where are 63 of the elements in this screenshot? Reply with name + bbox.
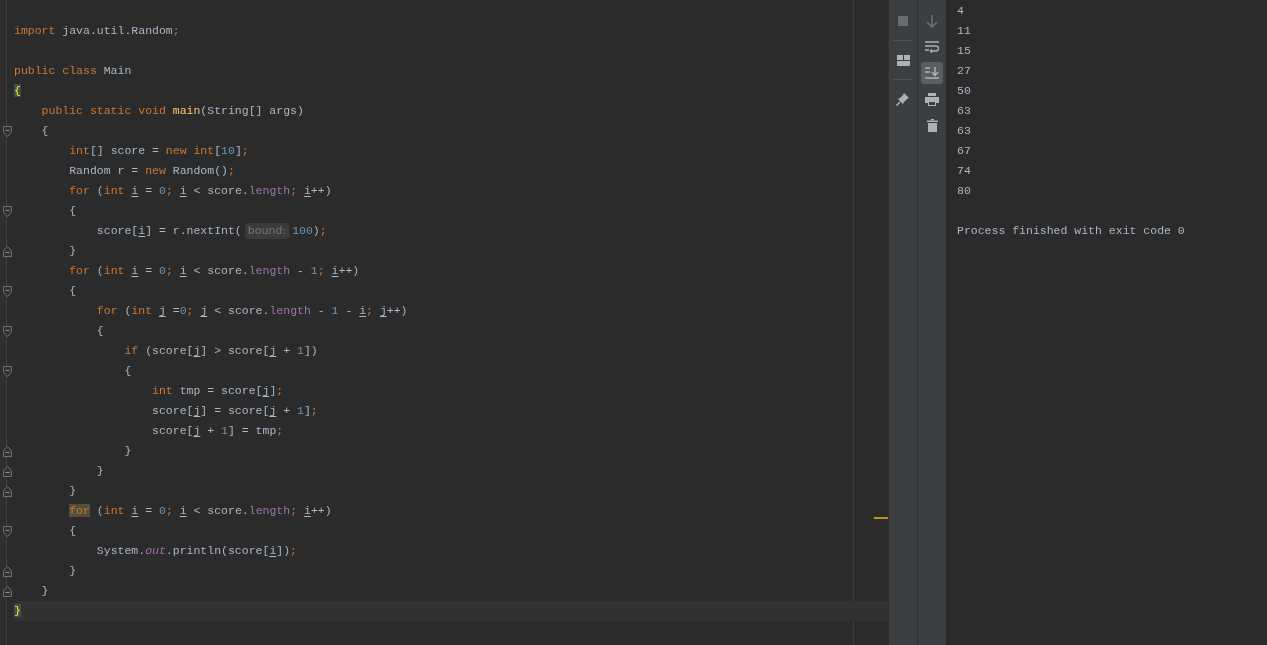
code-text: public static void main(String[] args) xyxy=(40,103,304,120)
code-text: { xyxy=(123,363,132,380)
console-line: 80 xyxy=(957,183,971,200)
code-text: } xyxy=(95,463,104,480)
code-text: int tmp = score[j]; xyxy=(151,383,284,400)
console-line: 50 xyxy=(957,83,971,100)
fold-icon[interactable] xyxy=(2,325,12,337)
toolbar-button[interactable] xyxy=(921,62,943,84)
console-line: 15 xyxy=(957,43,971,60)
code-text: { xyxy=(68,203,77,220)
code-text: 100); xyxy=(292,223,327,240)
fold-icon[interactable] xyxy=(2,245,12,257)
console-line: 27 xyxy=(957,63,971,80)
soft-wrap-icon xyxy=(925,41,939,53)
code-text: } xyxy=(68,483,77,500)
fold-icon[interactable] xyxy=(2,485,12,497)
fold-icon[interactable] xyxy=(2,285,12,297)
layout-icon xyxy=(896,54,910,66)
inlay-hint: bound: xyxy=(244,222,290,240)
code-text: { xyxy=(95,323,104,340)
fold-icon[interactable] xyxy=(2,565,12,577)
code-text: for (int i = 0; i < score.length; i++) xyxy=(68,503,332,520)
down-arrow-icon xyxy=(926,14,938,28)
code-text: { xyxy=(40,123,49,140)
console-line: 74 xyxy=(957,163,971,180)
code-text: } xyxy=(14,603,21,620)
fold-icon[interactable] xyxy=(2,525,12,537)
code-text: for (int j =0; j < score.length - 1 - i; j++) xyxy=(95,303,408,320)
console-line: 67 xyxy=(957,143,971,160)
pin-icon xyxy=(896,92,910,106)
fold-icon[interactable] xyxy=(2,365,12,377)
code-text: score[j + 1] = tmp; xyxy=(151,423,284,440)
console-line: 11 xyxy=(957,23,971,40)
trash-icon xyxy=(926,118,938,132)
code-text: } xyxy=(68,243,77,260)
code-text: score[i] = r.nextInt( xyxy=(95,223,242,240)
fold-icon[interactable] xyxy=(2,445,12,457)
code-text: int[] score = new int[10]; xyxy=(68,143,249,160)
process-status: Process finished with exit code 0 xyxy=(957,223,1185,240)
code-text: score[j] = score[j + 1]; xyxy=(151,403,318,420)
console-line: 4 xyxy=(957,3,964,20)
code-text: } xyxy=(123,443,132,460)
code-text: } xyxy=(40,583,49,600)
fold-icon[interactable] xyxy=(2,465,12,477)
fold-icon[interactable] xyxy=(2,125,12,137)
fold-icon[interactable] xyxy=(2,205,12,217)
code-text: System.out.println(score[i]); xyxy=(95,543,297,560)
code-text: for (int i = 0; i < score.length - 1; i++) xyxy=(68,263,360,280)
stop-icon xyxy=(897,15,909,27)
code-text: Random r = new Random(); xyxy=(68,163,235,180)
code-text: import java.util.Random; xyxy=(14,23,180,40)
console-line: 63 xyxy=(957,103,971,120)
code-text: { xyxy=(68,523,77,540)
code-text: { xyxy=(14,83,21,100)
console-line: 63 xyxy=(957,123,971,140)
code-text: for (int i = 0; i < score.length; i++) xyxy=(68,183,332,200)
code-text: if (score[j] > score[j + 1]) xyxy=(123,343,318,360)
printer-icon xyxy=(925,92,939,106)
fold-icon[interactable] xyxy=(2,585,12,597)
code-text: } xyxy=(68,563,77,580)
code-text: public class Main xyxy=(14,63,132,80)
scroll-to-end-icon xyxy=(925,67,939,79)
code-text: { xyxy=(68,283,77,300)
